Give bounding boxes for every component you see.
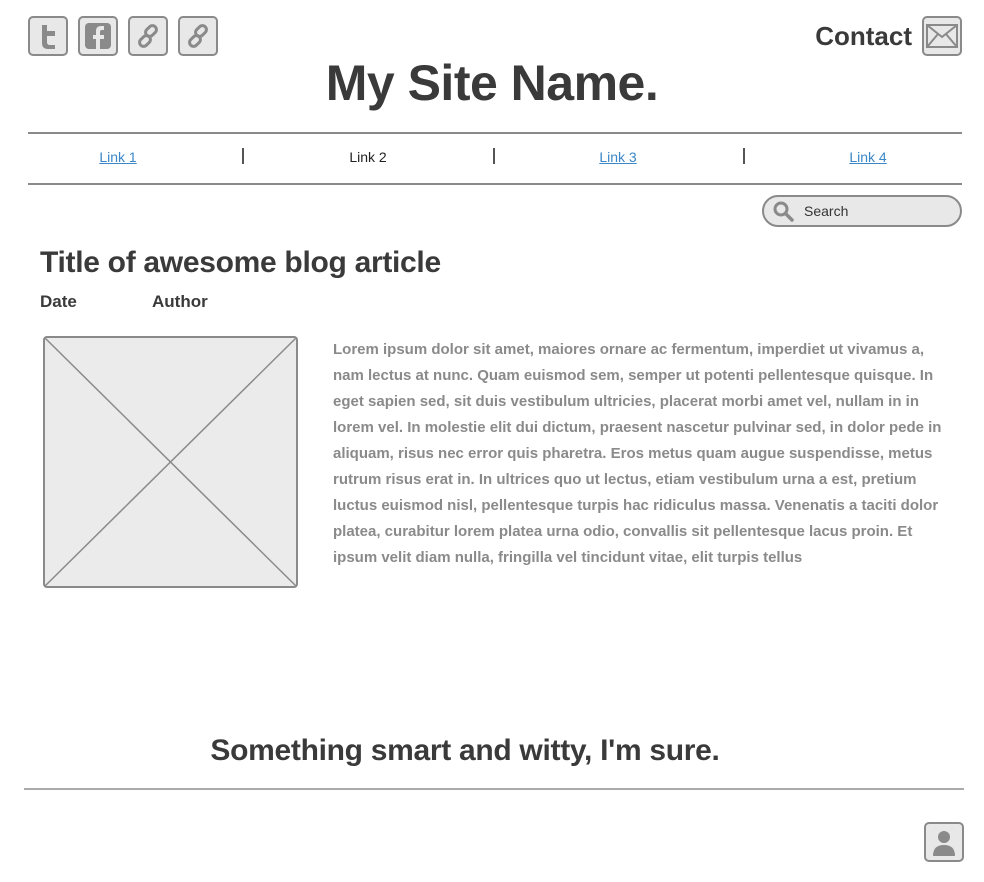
search-input[interactable]: Search — [762, 195, 962, 227]
search-icon — [773, 201, 794, 222]
footer-tagline: Something smart and witty, I'm sure. — [210, 734, 720, 767]
contact-label: Contact — [815, 20, 912, 51]
main-nav: Link 1 Link 2 Link 3 Link 4 — [28, 132, 962, 185]
footer-divider — [24, 788, 964, 790]
article-date: Date — [40, 292, 77, 311]
facebook-icon[interactable] — [78, 16, 118, 56]
link-icon[interactable] — [178, 16, 218, 56]
social-links — [28, 16, 218, 56]
site-title: My Site Name. — [325, 55, 659, 111]
nav-link-3[interactable]: Link 3 — [599, 149, 636, 165]
article-title[interactable]: Title of awesome blog article — [40, 246, 441, 280]
user-icon[interactable] — [924, 822, 964, 862]
nav-link-2[interactable]: Link 2 — [349, 149, 386, 165]
search-placeholder: Search — [804, 203, 849, 219]
nav-separator — [493, 148, 495, 164]
article-body: Lorem ipsum dolor sit amet, maiores orna… — [333, 341, 942, 566]
article-author[interactable]: Author — [152, 292, 208, 312]
nav-separator — [743, 148, 745, 164]
image-placeholder — [43, 336, 298, 588]
contact-link[interactable]: Contact — [815, 16, 962, 56]
nav-link-1[interactable]: Link 1 — [99, 149, 136, 165]
nav-link-4[interactable]: Link 4 — [849, 149, 886, 165]
envelope-icon[interactable] — [922, 16, 962, 56]
twitter-icon[interactable] — [28, 16, 68, 56]
link-icon[interactable] — [128, 16, 168, 56]
nav-separator — [242, 148, 244, 164]
